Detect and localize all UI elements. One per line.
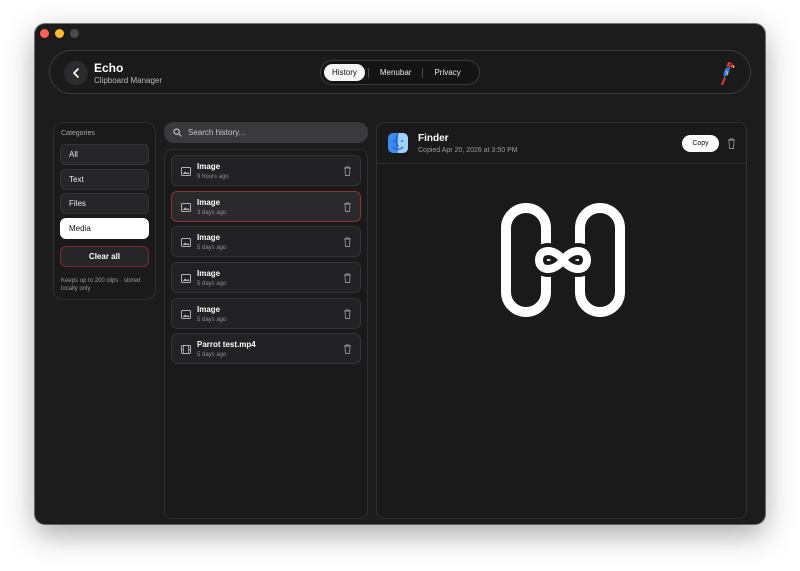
clip-title: Image: [197, 162, 221, 171]
category-media[interactable]: Media: [60, 218, 149, 239]
infinity-link-image: [501, 203, 625, 317]
image-icon: [181, 310, 191, 319]
minimize-window-button[interactable]: [55, 29, 64, 38]
search-bar[interactable]: [164, 122, 368, 143]
clip-title: Parrot test.mp4: [197, 340, 256, 349]
clip-item[interactable]: Parrot test.mp4 5 days ago: [171, 333, 361, 364]
clip-title: Image: [197, 233, 221, 242]
clip-item[interactable]: Image 9 hours ago: [171, 155, 361, 186]
image-icon: [181, 167, 191, 176]
tab-bar: History Menubar Privacy: [320, 60, 480, 85]
search-input[interactable]: [188, 128, 358, 137]
tab-divider: [367, 67, 369, 78]
app-subtitle: Clipboard Manager: [94, 76, 163, 85]
trash-icon[interactable]: [343, 273, 352, 283]
detail-header: Finder Copied Apr 20, 2026 at 3:50 PM Co…: [377, 123, 746, 164]
category-files[interactable]: Files: [60, 193, 149, 214]
trash-icon[interactable]: [727, 138, 736, 149]
image-icon: [181, 203, 191, 212]
storage-note: Keeps up to 200 clips · stored locally o…: [61, 278, 141, 292]
clip-item[interactable]: Image 3 days ago: [171, 191, 361, 222]
trash-icon[interactable]: [343, 202, 352, 212]
chevron-left-icon: [73, 68, 79, 78]
trash-icon[interactable]: [343, 237, 352, 247]
video-icon: [181, 345, 191, 354]
tab-menubar[interactable]: Menubar: [372, 64, 420, 81]
clip-detail-panel: Finder Copied Apr 20, 2026 at 3:50 PM Co…: [376, 122, 747, 519]
tab-history[interactable]: History: [324, 64, 365, 81]
source-app-name: Finder: [418, 133, 449, 144]
clip-title: Image: [197, 269, 221, 278]
trash-icon[interactable]: [343, 344, 352, 354]
categories-panel: Categories All Text Files Media Clear al…: [53, 122, 156, 300]
window-controls: [40, 29, 79, 38]
clip-item[interactable]: Image 5 days ago: [171, 262, 361, 293]
clip-history-list: Image 9 hours ago Image 3 days ago Image…: [164, 149, 368, 519]
trash-icon[interactable]: [343, 309, 352, 319]
copied-timestamp: Copied Apr 20, 2026 at 3:50 PM: [418, 147, 518, 154]
clip-time: 9 hours ago: [197, 174, 229, 180]
image-icon: [181, 274, 191, 283]
tab-divider: [422, 67, 424, 78]
app-title: Echo: [94, 61, 124, 75]
clip-time: 5 days ago: [197, 281, 227, 287]
clip-item[interactable]: Image 5 days ago: [171, 298, 361, 329]
back-button[interactable]: [64, 61, 88, 85]
header-bar: Echo Clipboard Manager History Menubar P…: [49, 50, 751, 94]
clip-time: 5 days ago: [197, 317, 227, 323]
clip-title: Image: [197, 198, 221, 207]
clip-item[interactable]: Image 5 days ago: [171, 226, 361, 257]
clip-time: 5 days ago: [197, 245, 227, 251]
clip-time: 5 days ago: [197, 352, 227, 358]
image-icon: [181, 238, 191, 247]
parrot-logo-icon: [721, 62, 735, 85]
clip-title: Image: [197, 305, 221, 314]
copy-button[interactable]: Copy: [682, 135, 719, 152]
finder-app-icon: [388, 133, 408, 153]
zoom-window-button[interactable]: [70, 29, 79, 38]
category-text[interactable]: Text: [60, 169, 149, 190]
app-window: Echo Clipboard Manager History Menubar P…: [35, 24, 765, 524]
category-all[interactable]: All: [60, 144, 149, 165]
clear-all-button[interactable]: Clear all: [60, 246, 149, 267]
trash-icon[interactable]: [343, 166, 352, 176]
tab-privacy[interactable]: Privacy: [426, 64, 468, 81]
close-window-button[interactable]: [40, 29, 49, 38]
categories-heading: Categories: [61, 130, 95, 137]
clip-time: 3 days ago: [197, 210, 227, 216]
search-icon: [173, 128, 182, 137]
